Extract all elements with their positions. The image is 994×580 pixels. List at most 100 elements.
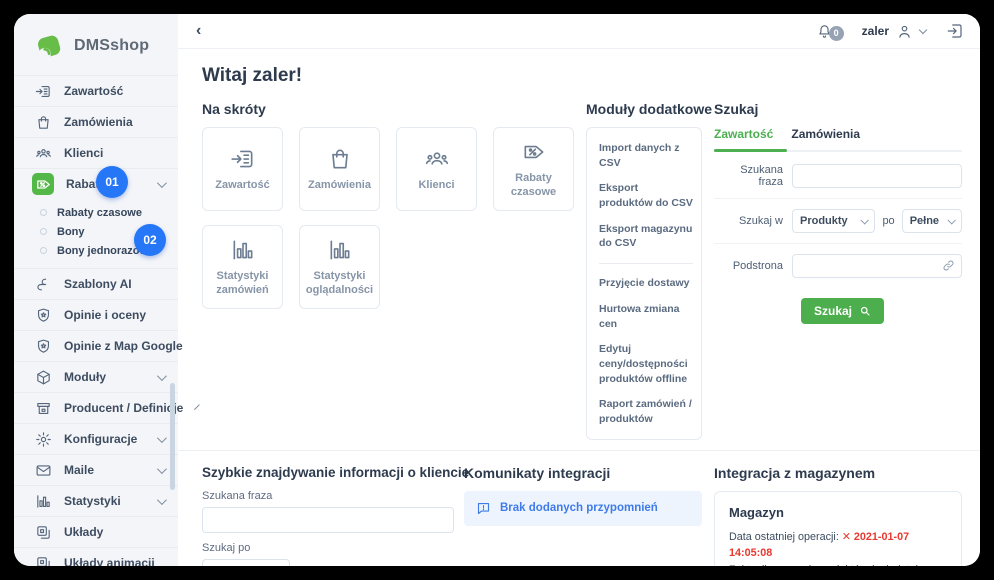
bar-chart-icon (34, 492, 52, 510)
sidebar-item-zamowienia[interactable]: Zamówienia (14, 107, 178, 137)
shortcut-rabaty-czasowe[interactable]: Rabaty czasowe (493, 127, 574, 211)
last-operation-label: Data ostatniej operacji: (729, 531, 839, 543)
search-section: Szukaj Zawartość Zamówienia Szukana fraz… (714, 101, 962, 440)
module-link[interactable]: Import danych z CSV (599, 141, 693, 170)
chevron-down-icon (861, 216, 869, 224)
magazyn-card-title: Magazyn (729, 505, 947, 520)
shortcut-zawartosc[interactable]: Zawartość (202, 127, 283, 211)
warehouse-section: Integracja z magazynem Magazyn Data osta… (714, 465, 962, 566)
ai-templates-icon (34, 275, 52, 293)
discount-tag-icon (32, 173, 54, 195)
sidebar-item-label: Szablony AI (64, 277, 132, 291)
bar-chart-icon (230, 237, 256, 263)
page-title: Witaj zaler! (202, 65, 962, 87)
annotation-step-2-badge: 02 (134, 224, 166, 256)
search-tabs: Zawartość Zamówienia (714, 127, 962, 152)
tab-zamowienia[interactable]: Zamówienia (791, 127, 860, 141)
sidebar-item-statystyki[interactable]: Statystyki (14, 486, 178, 516)
sidebar-item-klienci[interactable]: Klienci (14, 138, 178, 168)
search-submit-button[interactable]: Szukaj (801, 298, 884, 324)
chevron-down-icon (157, 178, 167, 188)
shortcut-statystyki-ogladalnosci[interactable]: Statystyki oglądalności (299, 225, 380, 309)
topbar: ‹ 0 zaler (178, 14, 980, 49)
sidebar-item-label: Klienci (64, 146, 103, 160)
search-subpage-input[interactable] (792, 254, 962, 278)
module-link[interactable]: Hurtowa zmiana cen (599, 302, 693, 331)
cube-icon (34, 368, 52, 386)
sidebar-scrollbar[interactable] (170, 383, 175, 490)
client-by-select[interactable]: E-mail (202, 559, 290, 566)
sidebar: DMSshop Zawartość Zamówienia Klienci Rab… (14, 14, 178, 566)
sidebar-item-label: Statystyki (64, 494, 121, 508)
sidebar-item-producent[interactable]: Producent / Definicje (14, 393, 178, 423)
sidebar-item-opinie-google[interactable]: Opinie z Map Google (14, 331, 178, 361)
sidebar-item-label: Układy animacji (64, 556, 155, 566)
sidebar-item-maile[interactable]: Maile (14, 455, 178, 485)
username: zaler (862, 24, 889, 38)
content-icon (34, 82, 52, 100)
search-title: Szukaj (714, 101, 962, 117)
modules-panel: Import danych z CSV Eksport produktów do… (586, 127, 702, 440)
module-link[interactable]: Edytuj ceny/dostępności produktów offlin… (599, 342, 693, 386)
search-phrase-input[interactable] (792, 164, 962, 188)
layouts-icon (34, 523, 52, 541)
sidebar-item-label: Maile (64, 463, 94, 477)
module-link[interactable]: Eksport magazynu do CSV (599, 222, 693, 251)
sidebar-item-moduly[interactable]: Moduły (14, 362, 178, 392)
divider (599, 263, 693, 264)
client-by-label: Szukaj po (202, 542, 454, 554)
sidebar-item-opinie[interactable]: Opinie i oceny (14, 300, 178, 330)
sidebar-item-uklady[interactable]: Układy (14, 517, 178, 547)
chevron-down-icon (157, 371, 167, 381)
client-phrase-label: Szukana fraza (202, 490, 454, 502)
search-scope-select[interactable]: Produkty (792, 209, 875, 233)
search-scope-label: Szukaj w (714, 215, 792, 227)
client-search-title: Szybkie znajdywanie informacji o klienci… (202, 465, 454, 480)
search-phrase-label: Szukana fraza (714, 164, 792, 188)
search-joiner-label: po (882, 215, 894, 227)
shortcut-zamowienia[interactable]: Zamówienia (299, 127, 380, 211)
chevron-down-icon[interactable] (919, 26, 927, 34)
integration-messages-section: Komunikaty integracji Brak dodanych przy… (464, 465, 702, 566)
sidebar-item-uklady-animacji[interactable]: Układy animacji (14, 548, 178, 566)
shortcut-klienci[interactable]: Klienci (396, 127, 477, 211)
tab-zawartosc[interactable]: Zawartość (714, 127, 773, 141)
orders-bag-icon (34, 113, 52, 131)
bullet-icon (40, 247, 47, 254)
client-phrase-input[interactable] (202, 507, 454, 533)
shortcut-statystyki-zamowien[interactable]: Statystyki zamówień (202, 225, 283, 309)
shield-star-icon (34, 306, 52, 324)
module-link[interactable]: Raport zamówień / produktów (599, 397, 693, 426)
dmsshop-logo-icon (34, 31, 64, 61)
sidebar-item-konfiguracje[interactable]: Konfiguracje (14, 424, 178, 454)
main-area: ‹ 0 zaler Witaj zaler! Na skróty (178, 14, 980, 566)
brand-logo[interactable]: DMSshop (14, 14, 178, 75)
bullet-icon (40, 209, 47, 216)
user-icon[interactable] (896, 23, 913, 40)
app-window: DMSshop Zawartość Zamówienia Klienci Rab… (14, 14, 980, 566)
module-link[interactable]: Eksport produktów do CSV (599, 181, 693, 210)
section-divider (178, 450, 980, 451)
search-icon (859, 305, 871, 317)
sidebar-item-label: Opinie i oceny (64, 308, 146, 322)
sidebar-item-label: Moduły (64, 370, 106, 384)
brand-name: DMSshop (74, 37, 149, 55)
sidebar-item-rabaty-czasowe[interactable]: Rabaty czasowe (14, 203, 178, 222)
bullet-icon (40, 228, 47, 235)
shortcuts-section: Na skróty Zawartość Zamówienia Klienc (202, 101, 574, 440)
bar-chart-icon (327, 237, 353, 263)
notifications-button[interactable]: 0 (816, 22, 844, 41)
sidebar-item-zawartosc[interactable]: Zawartość (14, 76, 178, 106)
module-link[interactable]: Przyjęcie dostawy (599, 276, 693, 291)
sidebar-item-label: Producent / Definicje (64, 401, 183, 415)
messages-empty-box: Brak dodanych przypomnień (464, 491, 702, 526)
updated-products-label: Zaktualizowanych produktów (z dodatnim s… (729, 564, 927, 566)
message-alert-icon (476, 501, 491, 516)
logout-button[interactable] (946, 22, 964, 40)
chevron-down-icon (157, 433, 167, 443)
sidebar-item-label: Układy (64, 525, 103, 539)
messages-title: Komunikaty integracji (464, 465, 702, 481)
search-mode-select[interactable]: Pełne (902, 209, 962, 233)
sidebar-item-szablony-ai[interactable]: Szablony AI (14, 269, 178, 299)
back-button[interactable]: ‹ (196, 23, 201, 39)
